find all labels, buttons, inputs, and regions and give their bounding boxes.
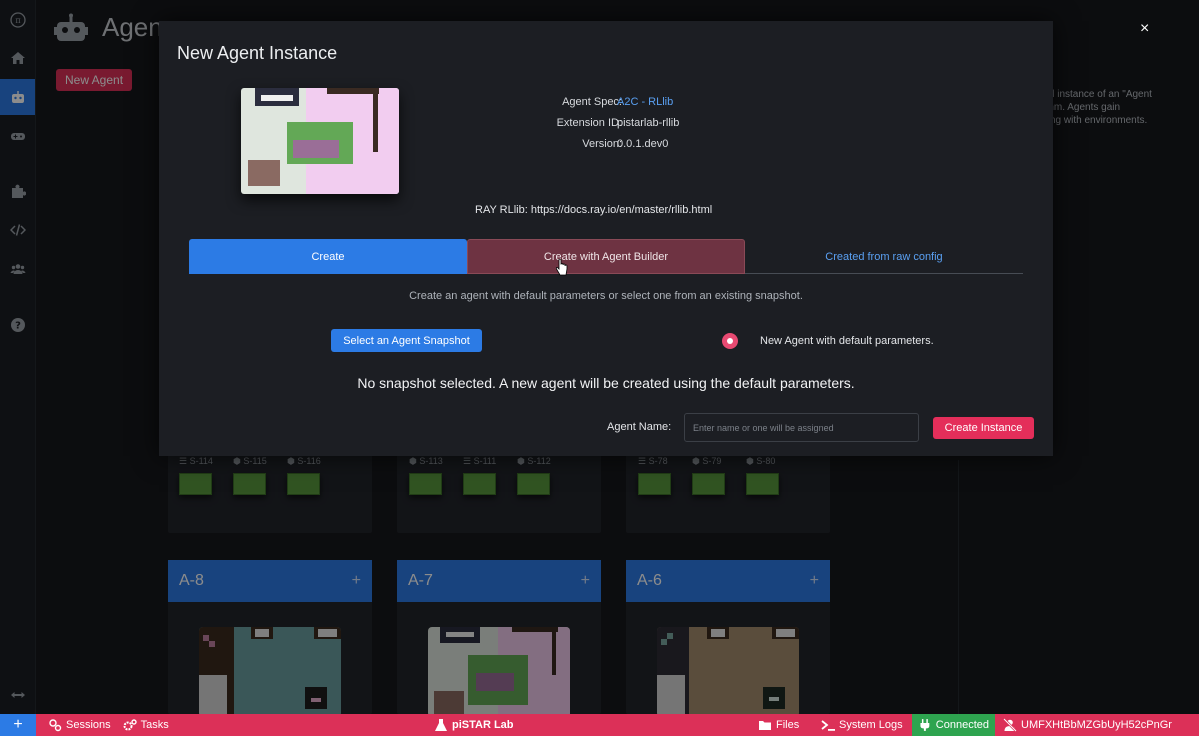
default-params-radio[interactable] bbox=[722, 333, 738, 349]
rllib-docs-text: RAY RLlib: https://docs.ray.io/en/master… bbox=[475, 204, 713, 216]
agent-spec-image bbox=[241, 88, 399, 194]
dialog-title: New Agent Instance bbox=[177, 43, 338, 63]
tasks-button[interactable]: Tasks bbox=[117, 714, 175, 736]
agent-meta-values: A2C - RLlib pistarlab-rllib 0.0.1.dev0 bbox=[617, 92, 679, 155]
user-slash-icon bbox=[1003, 718, 1017, 732]
version-key: Version: bbox=[582, 138, 622, 150]
plug-icon bbox=[920, 719, 930, 731]
new-agent-dialog: New Agent Instance Agent Spec: Extension… bbox=[159, 21, 1053, 456]
user-id-label: UMFXHtBbMZGbUyH52cPnGr bbox=[1021, 719, 1172, 731]
gears-icon bbox=[123, 719, 137, 731]
connected-label: Connected bbox=[935, 719, 989, 731]
close-icon[interactable]: × bbox=[1140, 20, 1149, 38]
flask-icon bbox=[435, 719, 447, 731]
select-snapshot-button[interactable]: Select an Agent Snapshot bbox=[331, 329, 482, 352]
agent-spec-key: Agent Spec: bbox=[562, 96, 622, 108]
default-params-label: New Agent with default parameters. bbox=[760, 335, 934, 347]
user-session[interactable]: UMFXHtBbMZGbUyH52cPnGr bbox=[997, 714, 1178, 736]
agent-name-label: Agent Name: bbox=[607, 421, 672, 433]
snapshot-status-message: No snapshot selected. A new agent will b… bbox=[357, 375, 855, 391]
sessions-button[interactable]: Sessions bbox=[42, 714, 117, 736]
agent-spec-link[interactable]: A2C - RLlib bbox=[617, 92, 679, 113]
tasks-label: Tasks bbox=[140, 719, 169, 731]
brand-label: piSTAR Lab bbox=[452, 719, 514, 731]
version-value: 0.0.1.dev0 bbox=[617, 138, 669, 150]
connection-status[interactable]: Connected bbox=[912, 714, 995, 736]
agent-meta-keys: Agent Spec: Extension ID: Version: bbox=[489, 92, 622, 155]
agent-name-input[interactable] bbox=[684, 413, 919, 442]
extension-id-key: Extension ID: bbox=[556, 117, 622, 129]
status-bar: + Sessions Tasks piSTAR Lab Files System… bbox=[0, 714, 1199, 736]
tab-create[interactable]: Create bbox=[189, 239, 467, 274]
tab-create-with-agent-builder[interactable]: Create with Agent Builder bbox=[467, 239, 745, 274]
sessions-icon bbox=[49, 719, 62, 732]
extension-id-value: pistarlab-rllib bbox=[617, 117, 680, 129]
folder-icon bbox=[759, 721, 771, 730]
brand[interactable]: piSTAR Lab bbox=[428, 714, 520, 736]
add-icon[interactable]: + bbox=[0, 714, 36, 736]
create-instance-button[interactable]: Create Instance bbox=[933, 417, 1034, 439]
system-logs-button[interactable]: System Logs bbox=[815, 714, 909, 736]
sessions-label: Sessions bbox=[66, 719, 111, 731]
create-mode-tabs: Create Create with Agent Builder Created… bbox=[189, 239, 1023, 274]
files-label: Files bbox=[776, 719, 800, 731]
tab-created-from-raw-config[interactable]: Created from raw config bbox=[745, 239, 1023, 274]
terminal-icon bbox=[821, 720, 835, 731]
system-logs-label: System Logs bbox=[839, 719, 903, 731]
files-button[interactable]: Files bbox=[752, 714, 805, 736]
create-hint-text: Create an agent with default parameters … bbox=[409, 290, 803, 302]
hand-cursor-icon bbox=[556, 259, 568, 276]
